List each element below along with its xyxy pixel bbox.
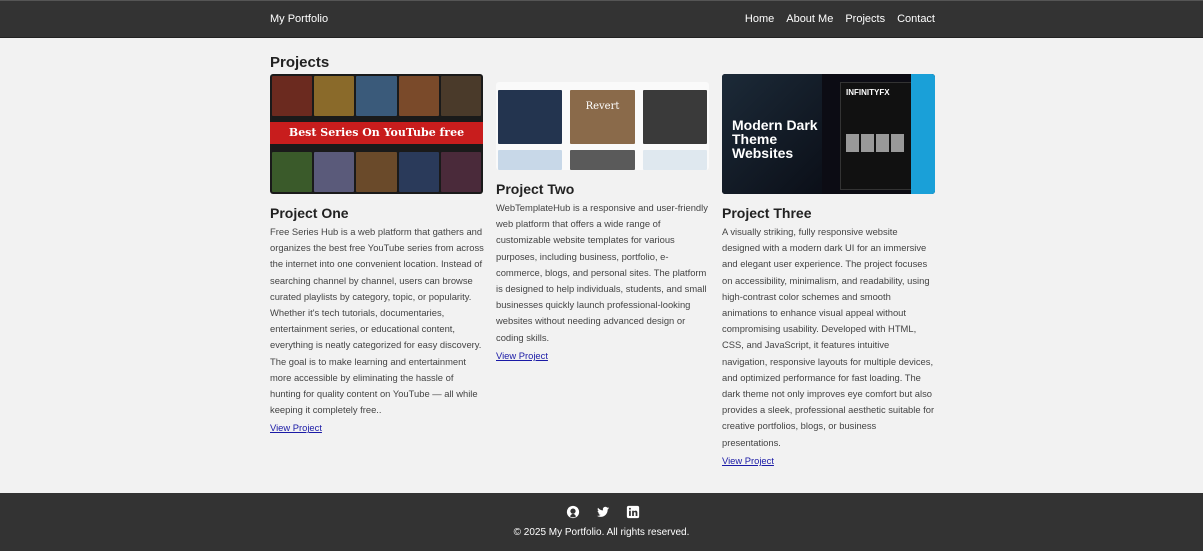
template-tile-revert: Revert bbox=[570, 90, 635, 144]
thumb-pics bbox=[846, 134, 904, 152]
project-three-description: A visually striking, fully responsive we… bbox=[722, 226, 935, 448]
nav-about-link[interactable]: About Me bbox=[786, 13, 833, 25]
nav-contact-link[interactable]: Contact bbox=[897, 13, 935, 25]
thumb-headline: Modern Dark Theme Websites bbox=[732, 117, 818, 161]
project-three-view-link[interactable]: View Project bbox=[722, 454, 774, 468]
thumb-bottom-row bbox=[270, 150, 483, 194]
poster-tile bbox=[314, 152, 355, 192]
project-two-title: Project Two bbox=[496, 181, 575, 197]
project-card-three: Modern Dark Theme Websites INFINITYFX Pr… bbox=[722, 74, 936, 469]
project-one-thumbnail: Best Series On YouTube free bbox=[270, 74, 483, 194]
poster-tile bbox=[272, 76, 313, 116]
social-links bbox=[566, 505, 640, 519]
github-icon[interactable] bbox=[566, 505, 580, 519]
project-three-title: Project Three bbox=[722, 205, 812, 221]
project-two-description: WebTemplateHub is a responsive and user-… bbox=[496, 202, 708, 343]
linkedin-icon[interactable] bbox=[626, 505, 640, 519]
project-card-two: Revert Project Two WebTemplateHub is a r… bbox=[496, 82, 710, 364]
poster-tile bbox=[398, 76, 439, 116]
nav-projects-link[interactable]: Projects bbox=[845, 13, 885, 25]
pic-tile bbox=[861, 134, 874, 152]
poster-tile bbox=[356, 76, 397, 116]
top-navbar: My Portfolio Home About Me Projects Cont… bbox=[0, 0, 1203, 38]
project-one-view-link[interactable]: View Project bbox=[270, 421, 322, 435]
thumb-top-row bbox=[270, 74, 483, 118]
pic-tile bbox=[876, 134, 889, 152]
footer: © 2025 My Portfolio. All rights reserved… bbox=[0, 493, 1203, 551]
template-tile bbox=[642, 90, 707, 144]
project-one-description: Free Series Hub is a web platform that g… bbox=[270, 226, 484, 416]
thumb-logo: INFINITYFX bbox=[846, 88, 890, 97]
project-card-one: Best Series On YouTube free Project One … bbox=[270, 74, 484, 436]
twitter-icon[interactable] bbox=[596, 505, 610, 519]
brand-logo[interactable]: My Portfolio bbox=[270, 13, 328, 25]
template-tile bbox=[498, 150, 563, 170]
poster-tile bbox=[356, 152, 397, 192]
main-nav: Home About Me Projects Contact bbox=[745, 13, 935, 25]
project-two-thumbnail: Revert bbox=[496, 82, 709, 170]
pic-tile bbox=[846, 134, 859, 152]
template-grid: Revert bbox=[498, 90, 707, 170]
template-tile bbox=[498, 90, 563, 144]
copyright-text: © 2025 My Portfolio. All rights reserved… bbox=[513, 527, 690, 538]
poster-tile bbox=[398, 152, 439, 192]
template-tile bbox=[642, 150, 707, 170]
thumb-banner: Best Series On YouTube free bbox=[270, 122, 483, 144]
project-two-view-link[interactable]: View Project bbox=[496, 349, 548, 363]
poster-tile bbox=[440, 152, 482, 192]
pic-tile bbox=[891, 134, 904, 152]
thumb-accent bbox=[911, 74, 935, 194]
section-title: Projects bbox=[270, 54, 330, 71]
poster-tile bbox=[272, 152, 313, 192]
poster-tile bbox=[440, 76, 482, 116]
poster-tile bbox=[314, 76, 355, 116]
project-three-thumbnail: Modern Dark Theme Websites INFINITYFX bbox=[722, 74, 935, 194]
nav-home-link[interactable]: Home bbox=[745, 13, 774, 25]
template-tile bbox=[570, 150, 635, 170]
project-one-title: Project One bbox=[270, 205, 349, 221]
